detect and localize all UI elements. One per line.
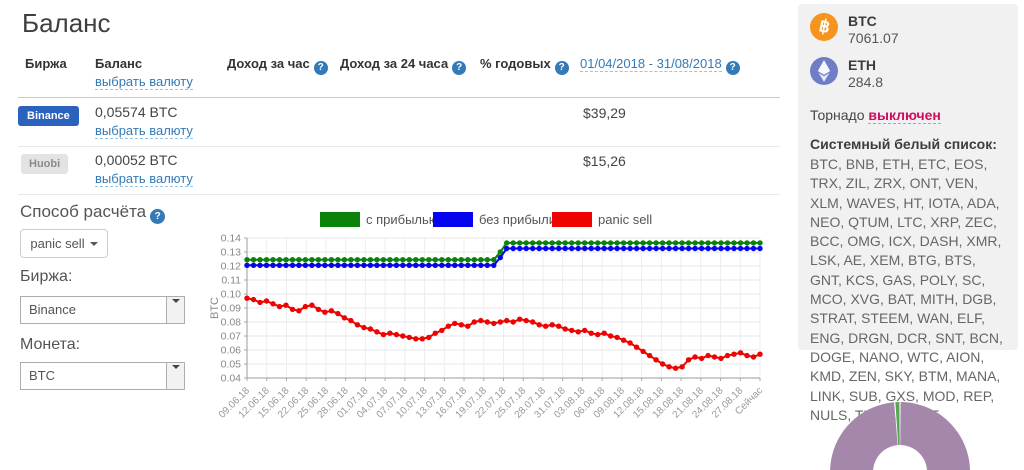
portfolio-donut-chart (830, 402, 970, 470)
col-header-income-day: Доход за 24 часа (340, 56, 467, 75)
coin-select-value: BTC (29, 368, 55, 383)
choose-currency-link[interactable]: выбрать валюту (95, 123, 193, 139)
tornado-toggle-link[interactable]: выключен (868, 107, 941, 124)
y-tick-label: 0.13 (221, 247, 242, 259)
choose-currency-link[interactable]: выбрать валюту (95, 171, 193, 187)
help-icon[interactable] (150, 209, 166, 224)
whitelist-coins: BTC, BNB, ETH, ETC, EOS, TRX, ZIL, ZRX, … (810, 156, 1003, 423)
select-arrow-button[interactable] (166, 297, 184, 323)
y-tick-label: 0.10 (221, 289, 242, 301)
col-header-balance: Баланс (95, 56, 143, 71)
y-tick-label: 0.11 (221, 275, 241, 287)
calc-method-heading: Способ расчёта (20, 202, 166, 224)
help-icon[interactable] (313, 61, 328, 75)
y-tick-label: 0.14 (221, 233, 242, 245)
help-icon[interactable] (554, 61, 569, 75)
btc-label: BTC (848, 13, 877, 29)
rates-panel: ฿ BTC 7061.07 ETH 284.8 Торнадо выключен… (798, 4, 1018, 423)
exchange-badge-huobi[interactable]: Huobi (21, 154, 69, 174)
col-header-exchange: Биржа (25, 56, 67, 71)
date-range-control: 01/04/2018 - 31/08/2018 (580, 56, 740, 75)
annual-income-value: $39,29 (583, 105, 626, 121)
balance-line-chart: 0.04 0.05 0.06 0.07 0.08 0.09 0.10 0.11 0.12 0.13… (210, 233, 765, 421)
eth-label: ETH (848, 57, 876, 73)
calc-method-dropdown[interactable]: panic sell (20, 229, 108, 258)
whitelist-title: Системный белый список: (810, 136, 997, 152)
choose-currency-header-link[interactable]: выбрать валюту (95, 74, 193, 90)
row-divider (18, 146, 780, 147)
coin-select[interactable]: BTC (20, 362, 185, 390)
balance-page: Баланс Биржа Баланс выбрать валюту Доход… (0, 0, 1024, 470)
header-divider (18, 97, 780, 98)
tornado-status: Торнадо выключен (810, 107, 941, 124)
eth-rate-value: 284.8 (848, 74, 884, 90)
col-header-income-hour: Доход за час (227, 56, 328, 75)
y-axis-title: BTC (210, 297, 221, 319)
exchange-select[interactable]: Binance (20, 296, 185, 324)
y-tick-label: 0.12 (221, 261, 242, 273)
coin-select-label: Монета: (20, 336, 81, 353)
btc-rate-value: 7061.07 (848, 30, 899, 46)
y-tick-label: 0.07 (221, 331, 242, 343)
help-icon[interactable] (452, 61, 467, 75)
chevron-down-icon (89, 242, 98, 246)
btc-icon: ฿ (810, 13, 838, 41)
eth-icon (810, 57, 838, 85)
y-tick-label: 0.09 (221, 303, 242, 315)
y-tick-label: 0.05 (221, 359, 242, 371)
donut-segment-0 (830, 402, 970, 470)
select-arrow-button[interactable] (166, 363, 184, 389)
y-tick-label: 0.08 (221, 317, 242, 329)
y-tick-label: 0.06 (221, 345, 242, 357)
col-header-annual-pct: % годовых (480, 56, 569, 75)
chevron-down-icon (171, 299, 180, 303)
row-divider (18, 194, 780, 195)
annual-income-value: $15,26 (583, 153, 626, 169)
exchange-select-label: Биржа: (20, 268, 73, 285)
chevron-down-icon (171, 365, 180, 369)
y-tick-label: 0.04 (221, 373, 242, 385)
exchange-badge-binance[interactable]: Binance (18, 106, 79, 126)
balance-value: 0,05574 BTC (95, 104, 178, 120)
date-range-link[interactable]: 01/04/2018 - 31/08/2018 (580, 56, 722, 72)
page-title: Баланс (22, 8, 111, 38)
balance-value: 0,00052 BTC (95, 152, 178, 168)
exchange-select-value: Binance (29, 302, 76, 317)
help-icon[interactable] (725, 61, 740, 75)
